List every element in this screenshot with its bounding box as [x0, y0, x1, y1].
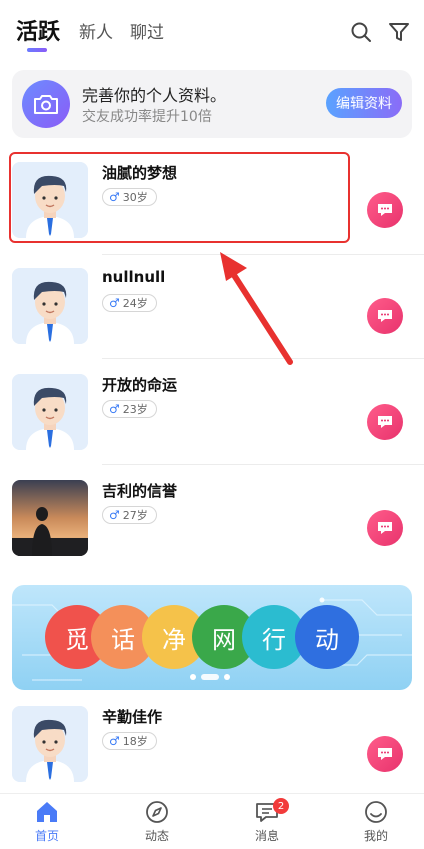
user-row[interactable]: 油腻的梦想 ♂ 30岁: [0, 154, 424, 260]
carousel-dot[interactable]: [224, 674, 230, 680]
male-icon: ♂: [109, 508, 120, 522]
avatar-photo[interactable]: [12, 480, 88, 556]
chat-button[interactable]: [367, 736, 403, 772]
chat-bubble-icon: [378, 748, 392, 760]
nav-home[interactable]: 首页: [17, 800, 77, 844]
user-name[interactable]: 辛勤佳作: [102, 706, 162, 727]
row-divider: [102, 464, 424, 465]
carousel-dots[interactable]: [190, 674, 230, 680]
age-badge: ♂ 30岁: [102, 188, 157, 206]
tab-chatted[interactable]: 聊过: [130, 18, 164, 43]
bottom-nav: 首页 动态 2 消息 我的: [0, 793, 424, 849]
home-icon: [37, 802, 57, 822]
unread-badge: 2: [273, 798, 289, 814]
nav-label: 我的: [363, 829, 388, 843]
top-header: 活跃 新人 聊过: [0, 0, 424, 60]
user-name[interactable]: 开放的命运: [102, 374, 177, 395]
avatar[interactable]: [12, 374, 88, 450]
tab-new[interactable]: 新人: [79, 18, 113, 43]
tab-active[interactable]: 活跃: [16, 14, 60, 46]
chat-bubble-icon: [378, 522, 392, 534]
age-badge: ♂ 24岁: [102, 294, 157, 312]
chat-button[interactable]: [367, 510, 403, 546]
chat-button[interactable]: [367, 404, 403, 440]
camera-icon: [22, 80, 70, 128]
edit-profile-button[interactable]: 编辑资料: [326, 88, 402, 118]
male-icon: ♂: [109, 296, 120, 310]
compass-icon: [146, 801, 168, 823]
age-badge: ♂ 18岁: [102, 732, 157, 750]
age-value: 18岁: [122, 735, 148, 748]
user-row[interactable]: nullnull ♂ 24岁: [0, 260, 424, 366]
nav-label: 动态: [144, 829, 169, 843]
user-name[interactable]: 油腻的梦想: [102, 162, 177, 183]
chat-bubble-icon: [378, 204, 392, 216]
age-value: 23岁: [122, 403, 148, 416]
avatar[interactable]: [12, 706, 88, 782]
row-divider: [102, 358, 424, 359]
nav-label: 首页: [34, 829, 59, 843]
row-divider: [102, 254, 424, 255]
avatar[interactable]: [12, 268, 88, 344]
age-value: 30岁: [122, 191, 148, 204]
male-icon: ♂: [109, 402, 120, 416]
carousel-dot[interactable]: [190, 674, 196, 680]
profile-icon: [365, 801, 387, 823]
nav-profile[interactable]: 我的: [346, 800, 406, 844]
user-row[interactable]: 开放的命运 ♂ 23岁: [0, 366, 424, 472]
male-icon: ♂: [109, 734, 120, 748]
active-tab-indicator: [27, 48, 47, 52]
nav-messages[interactable]: 2 消息: [237, 798, 297, 844]
age-badge: ♂ 23岁: [102, 400, 157, 418]
nav-moments[interactable]: 动态: [127, 800, 187, 844]
user-row[interactable]: 辛勤佳作 ♂ 18岁: [0, 698, 424, 804]
user-name[interactable]: 吉利的信誉: [102, 480, 177, 501]
nav-label: 消息: [254, 829, 279, 843]
promo-char: 动: [295, 605, 359, 669]
carousel-dot-active[interactable]: [201, 674, 219, 680]
profile-completion-card[interactable]: 完善你的个人资料。 交友成功率提升10倍 编辑资料: [12, 70, 412, 138]
chat-bubble-icon: [378, 416, 392, 428]
profile-card-title: 完善你的个人资料。: [82, 86, 227, 105]
chat-bubble-icon: [378, 310, 392, 322]
chat-button[interactable]: [367, 298, 403, 334]
age-badge: ♂ 27岁: [102, 506, 157, 524]
search-icon[interactable]: [349, 20, 373, 44]
profile-card-subtitle: 交友成功率提升10倍: [82, 109, 212, 125]
chat-button[interactable]: [367, 192, 403, 228]
age-value: 27岁: [122, 509, 148, 522]
avatar[interactable]: [12, 162, 88, 238]
user-row[interactable]: 吉利的信誉 ♂ 27岁: [0, 472, 424, 578]
age-value: 24岁: [122, 297, 148, 310]
promo-banner[interactable]: 觅 话 净 网 行 动: [12, 585, 412, 690]
user-name[interactable]: nullnull: [102, 268, 165, 286]
filter-icon[interactable]: [387, 20, 411, 44]
male-icon: ♂: [109, 190, 120, 204]
